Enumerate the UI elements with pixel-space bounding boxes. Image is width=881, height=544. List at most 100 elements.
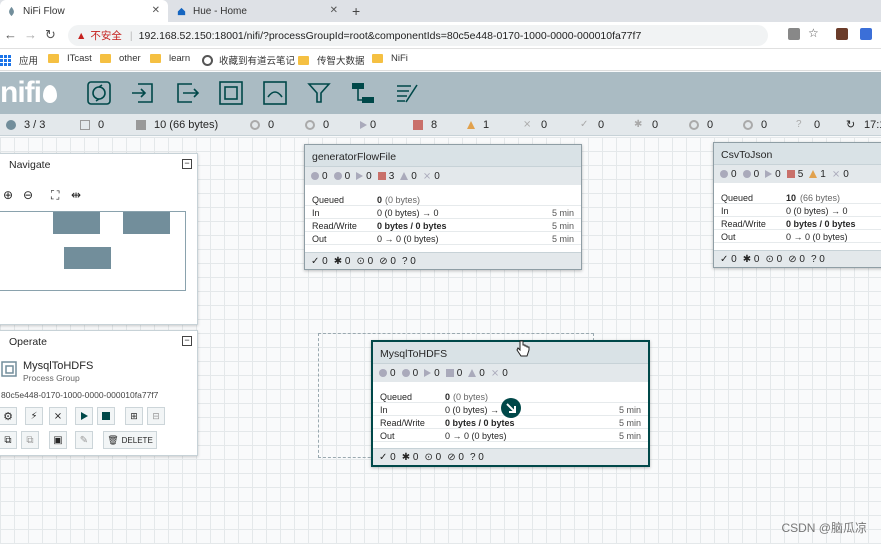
process-group-generatorflowfile[interactable]: generatorFlowFile 0 0 0 3 0 ⨯ 0 Queued 0 (0… bbox=[304, 144, 582, 270]
stopped-count: 0 bbox=[445, 368, 462, 379]
row-label: Out bbox=[312, 234, 327, 244]
input-port-tool-icon[interactable] bbox=[130, 80, 156, 106]
version-counts: ✓ 0 ✱ 0 ⊙ 0 ⊘ 0 ? 0 bbox=[714, 250, 881, 267]
disable-button[interactable]: ⨯ bbox=[49, 407, 67, 425]
delete-button[interactable]: 🗑 DELETE bbox=[103, 431, 157, 449]
upload-icon: ⊟ bbox=[152, 410, 160, 421]
funnel-tool-icon[interactable] bbox=[306, 80, 332, 106]
extension-icon[interactable] bbox=[836, 28, 848, 40]
zoom-in-icon[interactable]: ⊕ bbox=[3, 188, 13, 202]
queued-size: (0 bytes) bbox=[453, 392, 489, 402]
group-button[interactable]: ▣ bbox=[49, 431, 67, 449]
configure-button[interactable]: ⚙ bbox=[0, 407, 17, 425]
rw-row: Read/Write 0 bytes / 0 bytes bbox=[714, 217, 881, 230]
new-tab-icon[interactable]: + bbox=[352, 3, 360, 19]
translate-icon[interactable] bbox=[788, 28, 800, 40]
operate-panel: Operate − MysqlToHDFS Process Group 80c5… bbox=[0, 330, 198, 456]
collapse-icon[interactable]: − bbox=[182, 336, 192, 346]
threads-count: 0 bbox=[98, 119, 105, 131]
flash-icon: ⚡ bbox=[30, 410, 38, 422]
create-template-button[interactable]: ⊞ bbox=[125, 407, 143, 425]
invalid-icon bbox=[809, 170, 818, 178]
color-button[interactable]: ✎ bbox=[75, 431, 93, 449]
close-tab-icon[interactable]: ✕ bbox=[330, 5, 338, 16]
copy-button[interactable]: ⧉ bbox=[0, 431, 17, 449]
bookmark-nifi[interactable]: NiFi bbox=[372, 53, 408, 64]
row-label: Queued bbox=[721, 193, 754, 203]
tab-nifi-flow[interactable]: NiFi Flow ✕ bbox=[0, 0, 168, 22]
brush-icon: ✎ bbox=[79, 434, 89, 446]
birdseye-view[interactable] bbox=[0, 211, 186, 291]
collapse-icon[interactable]: − bbox=[182, 159, 192, 169]
stopped-count: 5 bbox=[786, 169, 803, 180]
forward-icon[interactable]: → bbox=[24, 27, 37, 42]
out-row: Out 0 → 0 (0 bytes) 5 min bbox=[305, 232, 581, 245]
invalid-status: 1 bbox=[467, 119, 489, 131]
folder-icon bbox=[150, 54, 161, 63]
remote-process-group-tool-icon[interactable] bbox=[262, 80, 288, 106]
stale-modified-count: ⊘ 0 bbox=[447, 451, 464, 463]
label-tool-icon[interactable] bbox=[394, 80, 420, 106]
bookmark-other[interactable]: other bbox=[100, 53, 141, 64]
enable-button[interactable]: ⚡ bbox=[25, 407, 43, 425]
star-icon[interactable]: ☆ bbox=[808, 26, 819, 40]
up-to-date-status: ✓ 0 bbox=[580, 119, 604, 131]
modified-stale-icon bbox=[743, 120, 753, 130]
bookmark-label: ITcast bbox=[67, 53, 92, 64]
modified-count: ✱ 0 bbox=[401, 451, 419, 463]
upload-template-button[interactable]: ⊟ bbox=[147, 407, 165, 425]
connection-drag-icon[interactable] bbox=[500, 397, 522, 419]
sync-failure-count: 0 bbox=[814, 119, 821, 131]
extension-icon[interactable] bbox=[860, 28, 872, 40]
disabled-icon: ⨯ bbox=[422, 170, 432, 182]
fit-icon[interactable]: ⛶ bbox=[51, 188, 59, 203]
not-transmitting-icon bbox=[742, 170, 751, 178]
refresh-status[interactable]: ↻ 17:11 bbox=[846, 119, 881, 131]
up-to-date-count: ✓ 0 bbox=[379, 451, 396, 463]
stale-status: 0 bbox=[689, 119, 713, 131]
transmitting-count: 0 bbox=[379, 368, 396, 379]
navigate-header[interactable]: Navigate − bbox=[0, 154, 197, 174]
start-button[interactable] bbox=[75, 407, 93, 425]
stop-button[interactable] bbox=[97, 407, 115, 425]
processor-tool-icon[interactable] bbox=[86, 80, 112, 106]
tab-hue-home[interactable]: Hue - Home ✕ bbox=[170, 0, 346, 22]
bookmark-apps[interactable]: 应用 bbox=[0, 53, 38, 67]
modified-stale-status: 0 bbox=[743, 119, 767, 131]
template-tool-icon[interactable] bbox=[350, 80, 376, 106]
reload-icon[interactable]: ↻ bbox=[45, 27, 56, 43]
component-counts: 0 0 0 3 0 ⨯ 0 bbox=[305, 167, 581, 185]
unknown-count: ? 0 bbox=[810, 253, 825, 265]
process-group-mysqltohdfs[interactable]: MysqlToHDFS 0 0 0 0 0 ⨯ 0 Queued 0 (0 bytes… bbox=[371, 340, 650, 467]
in-row: In 0 (0 bytes) → 0 5 min bbox=[305, 206, 581, 219]
modified-count: ✱ 0 bbox=[333, 255, 351, 267]
stale-count: ⊙ 0 bbox=[356, 255, 374, 267]
paste-button[interactable]: ⧉ bbox=[21, 431, 39, 449]
process-group-tool-icon[interactable] bbox=[218, 80, 244, 106]
threads-icon bbox=[80, 120, 90, 130]
group-icon: ▣ bbox=[53, 434, 63, 446]
url-text: 192.168.52.150:18001/nifi/?processGroupI… bbox=[138, 29, 642, 42]
close-tab-icon[interactable]: ✕ bbox=[152, 5, 160, 16]
in-value: 0 (0 bytes) → 0 bbox=[445, 405, 507, 415]
bookmark-learn[interactable]: learn bbox=[150, 53, 190, 64]
copy-icon: ⧉ bbox=[4, 434, 12, 446]
invalid-icon bbox=[468, 369, 477, 377]
tab-title: Hue - Home bbox=[193, 5, 247, 17]
refresh-icon[interactable]: ↻ bbox=[846, 120, 856, 131]
process-group-csvtojson[interactable]: CsvToJson 0 0 0 5 1 ⨯ 0 Queued 10 (66 bytes… bbox=[713, 142, 881, 268]
output-port-tool-icon[interactable] bbox=[174, 80, 200, 106]
stopped-icon bbox=[377, 172, 386, 180]
operate-header[interactable]: Operate − bbox=[0, 331, 197, 351]
url-field[interactable]: ▲ 不安全 | 192.168.52.150:18001/nifi/?proce… bbox=[68, 25, 768, 46]
disabled-count: ⨯ 0 bbox=[490, 367, 508, 379]
running-status: 0 bbox=[360, 119, 376, 131]
bookmark-bigdata[interactable]: 传智大数据 bbox=[298, 53, 365, 67]
out-value: 0 → 0 (0 bytes) bbox=[445, 431, 507, 441]
actual-size-icon[interactable]: ⇹ bbox=[71, 188, 81, 202]
zoom-out-icon[interactable]: ⊖ bbox=[23, 188, 33, 202]
bookmark-youdao[interactable]: 收藏到有道云笔记 bbox=[202, 53, 295, 67]
bookmark-itcast[interactable]: ITcast bbox=[48, 53, 92, 64]
stopped-count: 3 bbox=[377, 171, 394, 182]
back-icon[interactable]: ← bbox=[4, 27, 17, 42]
